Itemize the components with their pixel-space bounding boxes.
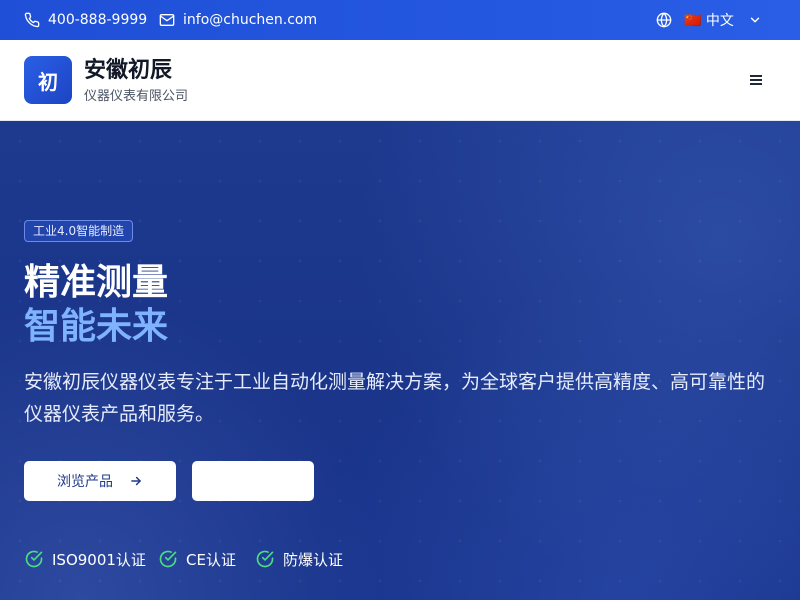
check-circle-icon	[159, 550, 177, 568]
hero-title-line1: 精准测量	[24, 262, 169, 303]
site-header: 初 安徽初辰 仪器仪表有限公司	[0, 40, 800, 121]
language-label[interactable]: 🇨🇳 中文	[684, 10, 734, 30]
certification-label: 防爆认证	[283, 550, 344, 569]
hero-background-pattern	[0, 121, 800, 600]
browse-products-button[interactable]: 浏览产品	[24, 461, 176, 501]
globe-icon	[656, 12, 672, 28]
phone-contact[interactable]: 400-888-9999	[24, 0, 147, 40]
certification-item: ISO9001认证	[24, 548, 146, 570]
mail-icon	[159, 14, 175, 26]
certification-item: 防爆认证	[255, 548, 343, 570]
hamburger-menu-icon	[750, 75, 762, 85]
email-contact[interactable]: info@chuchen.com	[159, 0, 317, 40]
email-address[interactable]: info@chuchen.com	[183, 12, 317, 28]
check-circle-icon	[256, 550, 274, 568]
menu-button[interactable]	[744, 70, 768, 90]
hero-title-line2: 智能未来	[24, 306, 169, 347]
logo-mark[interactable]: 初	[24, 56, 72, 104]
hero-badge: 工业4.0智能制造	[24, 220, 134, 242]
brand-name[interactable]: 安徽初辰	[84, 56, 172, 86]
phone-icon	[24, 12, 40, 28]
secondary-button[interactable]	[192, 461, 314, 501]
brand-subtitle: 仪器仪表有限公司	[84, 89, 189, 104]
hero-description: 安徽初辰仪器仪表专注于工业自动化测量解决方案，为全球客户提供高精度、高可靠性的仪…	[24, 371, 766, 425]
browse-products-label: 浏览产品	[57, 474, 113, 490]
check-circle-icon	[25, 550, 43, 568]
hero-section: 工业4.0智能制造 精准测量 智能未来 安徽初辰仪器仪表专注于工业自动化测量解决…	[0, 121, 800, 600]
top-info-bar: 400-888-9999 info@chuchen.com 🇨🇳 中文	[0, 0, 800, 40]
certification-label: ISO9001认证	[52, 550, 146, 569]
phone-number[interactable]: 400-888-9999	[48, 12, 147, 28]
language-selector[interactable]: 🇨🇳 中文	[656, 0, 762, 40]
certification-item: CE认证	[158, 548, 236, 570]
chevron-down-icon	[750, 17, 760, 23]
logo-char: 初	[38, 69, 58, 94]
certification-label: CE认证	[186, 550, 236, 569]
arrow-right-icon	[129, 474, 143, 488]
